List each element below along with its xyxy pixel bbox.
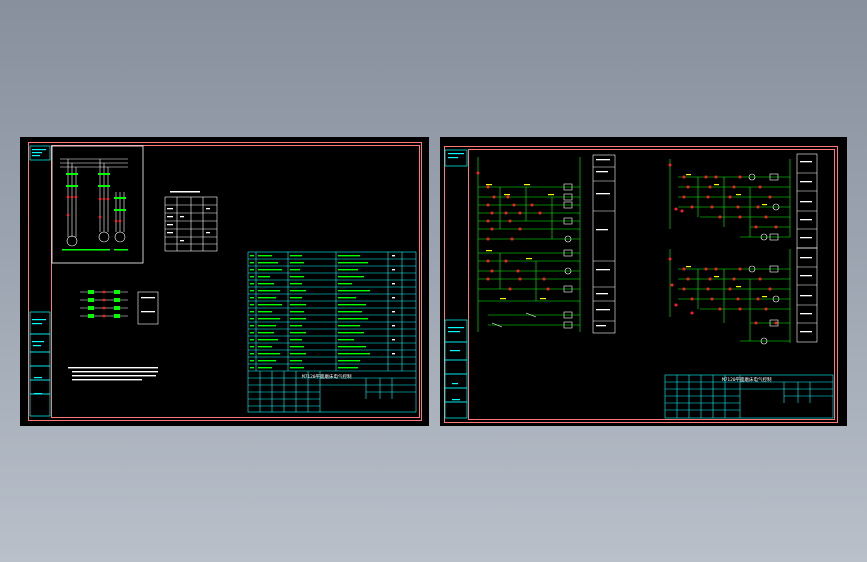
control-ladder-right-lower xyxy=(669,249,791,343)
technical-notes xyxy=(68,367,158,381)
power-circuit-box xyxy=(51,145,144,264)
right-sheet-drawing xyxy=(444,149,834,419)
control-ladder-right-lower-coils xyxy=(748,265,780,345)
selector-switch-diagram xyxy=(80,290,128,318)
control-ladder-left-contacts xyxy=(476,171,550,291)
small-table-text xyxy=(167,191,210,242)
power-circuit-contacts xyxy=(66,195,122,223)
control-ladder-right-upper-contacts xyxy=(668,163,778,229)
switch-label-box xyxy=(137,291,159,325)
drawing-sheet-left[interactable]: M7120平面磨床电气控制 xyxy=(20,137,429,426)
control-ladder-left-labels xyxy=(486,184,554,300)
control-ladder-left-coils xyxy=(563,183,573,329)
control-ladder-right-lower-contacts xyxy=(668,257,778,325)
left-side-strip xyxy=(29,145,51,417)
drawing-sheet-right[interactable]: M7120平面磨床电气控制 xyxy=(440,137,847,426)
parts-list-entries xyxy=(250,255,370,369)
motor-symbols xyxy=(66,231,126,247)
left-title-block-text: M7120平面磨床电气控制 xyxy=(302,375,352,380)
parts-list-qty xyxy=(392,255,395,355)
control-ladder-left xyxy=(477,157,581,332)
right-side-strip xyxy=(444,149,468,419)
power-circuit-components xyxy=(66,173,126,211)
left-side-strip-text xyxy=(32,149,46,395)
function-column xyxy=(592,154,616,334)
left-sheet-drawing xyxy=(29,145,417,417)
right-title-block-text: M7120平面磨床电气控制 xyxy=(722,378,772,383)
power-caption-text xyxy=(62,249,128,251)
